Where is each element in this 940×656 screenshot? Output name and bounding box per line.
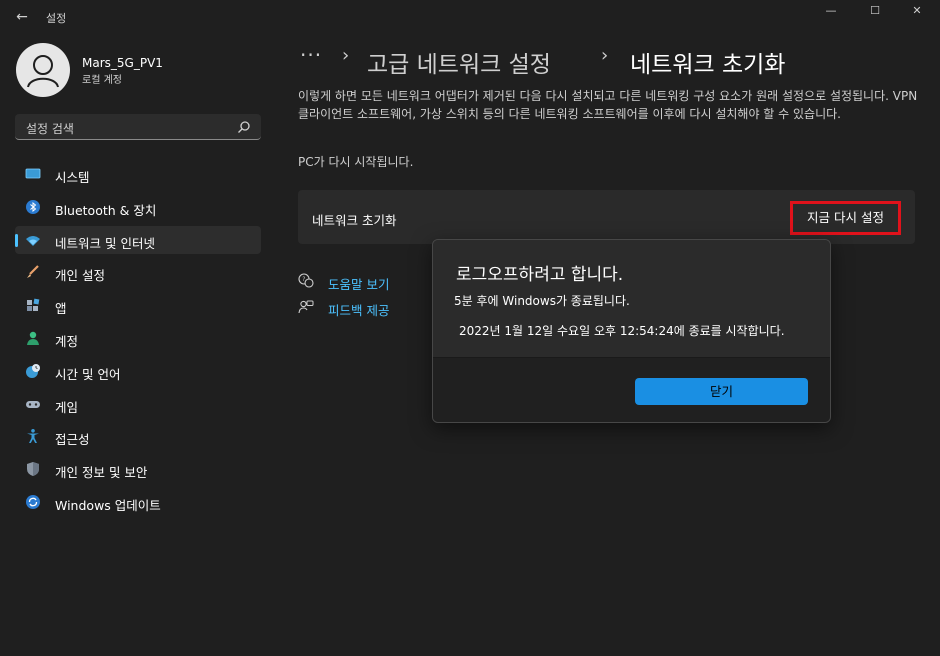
- monitor-icon: [25, 168, 41, 179]
- sidebar-item-bluetooth[interactable]: Bluetooth & 장치: [15, 193, 261, 221]
- accessibility-icon: [27, 429, 39, 443]
- search-input[interactable]: 설정 검색: [15, 114, 261, 140]
- chevron-right-icon: ›: [601, 45, 609, 66]
- maximize-button[interactable]: ☐: [860, 4, 890, 20]
- sidebar-item-accounts[interactable]: 계정: [15, 324, 261, 352]
- person-icon: [27, 331, 39, 345]
- sidebar-item-label: 시스템: [55, 170, 90, 185]
- minimize-button[interactable]: —: [816, 4, 846, 20]
- dialog-message: 5분 후에 Windows가 종료됩니다.: [454, 294, 630, 308]
- settings-window: ← 설정 — ☐ ✕ Mars_5G_PV1 로컬 계정 설정 검색 시스템 B…: [0, 0, 940, 656]
- sidebar-item-label: 개인 설정: [55, 268, 105, 283]
- page-title: 네트워크 초기화: [630, 52, 786, 78]
- sidebar-item-privacy-security[interactable]: 개인 정보 및 보안: [15, 455, 261, 483]
- gamepad-icon: [26, 401, 40, 408]
- sidebar-item-label: 개인 정보 및 보안: [55, 465, 148, 480]
- dialog-body: 로그오프하려고 합니다. 5분 후에 Windows가 종료됩니다. 2022년…: [433, 240, 830, 357]
- wifi-icon: [26, 236, 40, 246]
- dialog-shutdown-time: 2022년 1월 12일 수요일 오후 12:54:24에 종료를 시작합니다.: [459, 324, 785, 338]
- globe-clock-icon: [26, 364, 40, 378]
- sidebar-item-personalization[interactable]: 개인 설정: [15, 258, 261, 286]
- sidebar-item-gaming[interactable]: 게임: [15, 390, 261, 418]
- shield-icon: [27, 462, 39, 476]
- feedback-icon: [298, 300, 314, 314]
- profile-name: Mars_5G_PV1: [82, 56, 163, 70]
- svg-text:?: ?: [302, 276, 305, 283]
- back-button[interactable]: ←: [12, 8, 32, 26]
- sidebar-item-network[interactable]: 네트워크 및 인터넷: [15, 226, 261, 254]
- sidebar-item-apps[interactable]: 앱: [15, 291, 261, 319]
- update-icon: [26, 495, 40, 509]
- profile-account-type: 로컬 계정: [82, 75, 122, 86]
- sidebar-item-time-language[interactable]: 시간 및 언어: [15, 357, 261, 385]
- sidebar-item-label: Bluetooth & 장치: [55, 203, 157, 218]
- bluetooth-icon: [26, 200, 40, 214]
- give-feedback-label: 피드백 제공: [328, 303, 390, 318]
- close-button[interactable]: 닫기: [635, 378, 808, 405]
- breadcrumb-item-advanced-network[interactable]: 고급 네트워크 설정: [367, 45, 551, 79]
- user-icon: [27, 55, 59, 88]
- sidebar-item-label: 게임: [55, 400, 79, 415]
- apps-icon: [27, 298, 40, 311]
- sidebar-item-label: Windows 업데이트: [55, 498, 161, 513]
- dialog-footer: 닫기: [433, 357, 830, 422]
- search-icon: [238, 121, 250, 133]
- avatar[interactable]: [16, 43, 70, 97]
- selection-indicator: [15, 234, 18, 247]
- sidebar-item-label: 앱: [55, 301, 67, 316]
- title-bar: ← 설정 — ☐ ✕: [0, 0, 940, 34]
- restart-note: PC가 다시 시작됩니다.: [298, 155, 414, 169]
- sidebar-item-label: 계정: [55, 334, 79, 349]
- close-window-button[interactable]: ✕: [902, 4, 932, 20]
- help-chat-icon: ?: [298, 273, 314, 288]
- brush-icon: [27, 265, 39, 278]
- logoff-dialog: 로그오프하려고 합니다. 5분 후에 Windows가 종료됩니다. 2022년…: [432, 239, 831, 423]
- network-reset-card: 네트워크 초기화 지금 다시 설정: [298, 190, 915, 244]
- sidebar-item-label: 시간 및 언어: [55, 367, 121, 382]
- sidebar-item-label: 접근성: [55, 432, 90, 447]
- dialog-title: 로그오프하려고 합니다.: [456, 265, 624, 285]
- sidebar-item-windows-update[interactable]: Windows 업데이트: [15, 488, 261, 516]
- chevron-right-icon: ›: [342, 45, 350, 66]
- reset-now-button[interactable]: 지금 다시 설정: [790, 201, 901, 235]
- get-help-label: 도움말 보기: [328, 277, 390, 292]
- sidebar-item-label: 네트워크 및 인터넷: [55, 236, 155, 251]
- sidebar-item-system[interactable]: 시스템: [15, 160, 261, 188]
- search-placeholder: 설정 검색: [26, 122, 74, 136]
- sidebar-item-accessibility[interactable]: 접근성: [15, 422, 261, 450]
- network-reset-label: 네트워크 초기화: [312, 213, 397, 228]
- app-title: 설정: [46, 12, 67, 25]
- reset-description: 이렇게 하면 모든 네트워크 어댑터가 제거된 다음 다시 설치되고 다른 네트…: [298, 89, 918, 121]
- breadcrumb-overflow-button[interactable]: ···: [300, 43, 322, 67]
